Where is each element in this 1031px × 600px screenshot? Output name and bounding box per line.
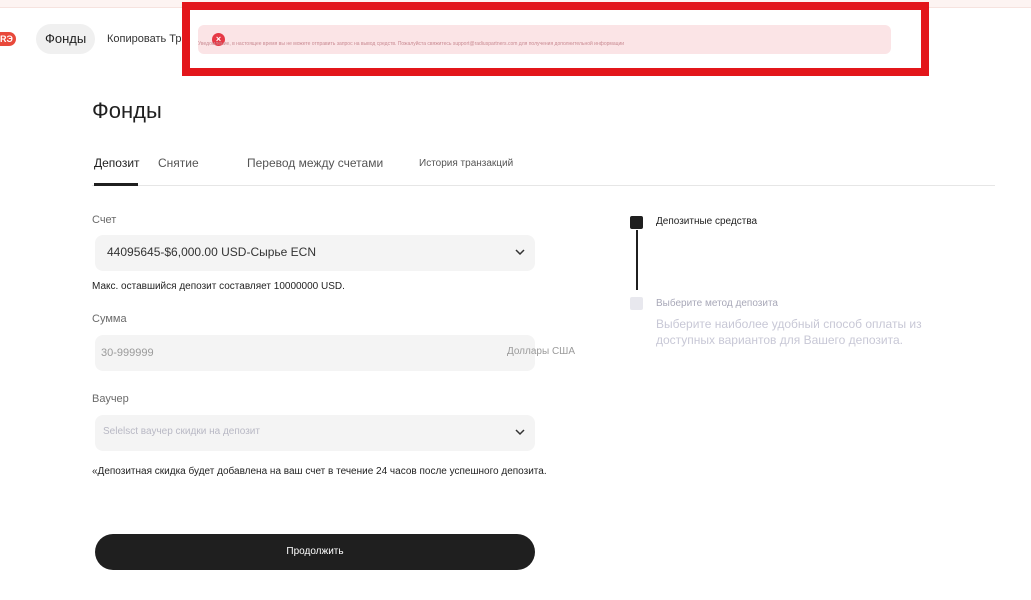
- account-value: 44095645-$6,000.00 USD-Сырье ECN: [107, 245, 316, 259]
- continue-button[interactable]: Продолжить: [95, 534, 535, 570]
- page-title: Фонды: [92, 98, 162, 123]
- tabs-bar: Депозит Снятие Перевод между счетами Ист…: [92, 150, 995, 186]
- tab-withdrawal[interactable]: Снятие: [158, 156, 199, 170]
- account-select[interactable]: 44095645-$6,000.00 USD-Сырье ECN: [95, 235, 535, 271]
- step-connector: [636, 230, 638, 290]
- account-label: Счет: [92, 214, 117, 226]
- card-icon: [630, 297, 643, 310]
- highlight-frame: × Уведомление, в настоящее время вы не м…: [182, 2, 929, 76]
- step-description: Выберите наиболее удобный способ оплаты …: [656, 317, 922, 347]
- nav-item-funds[interactable]: Фонды: [36, 24, 96, 54]
- wallet-icon: [630, 216, 643, 229]
- nav-item-copy-trading[interactable]: Копировать Трей: [107, 24, 191, 54]
- amount-currency: Доллары США: [506, 346, 575, 357]
- max-deposit-note: Макс. оставшийся депозит составляет 1000…: [92, 281, 345, 292]
- error-alert: × Уведомление, в настоящее время вы не м…: [198, 25, 891, 54]
- amount-input[interactable]: [101, 344, 401, 362]
- tab-history[interactable]: История транзакций: [419, 158, 513, 169]
- step-title-deposit-funds: Депозитные средства: [656, 216, 758, 227]
- chevron-down-icon: [515, 429, 525, 436]
- chevron-down-icon: [515, 249, 525, 256]
- alert-message: Уведомление, в настоящее время вы не мож…: [198, 41, 625, 47]
- brand-badge: RЭ: [0, 32, 16, 46]
- voucher-label: Ваучер: [92, 393, 129, 405]
- voucher-select[interactable]: Selelsct ваучер скидки на депозит: [95, 415, 535, 451]
- amount-label: Сумма: [92, 313, 127, 325]
- voucher-note: «Депозитная скидка будет добавлена на ва…: [92, 466, 547, 477]
- tab-deposit[interactable]: Депозит: [94, 156, 140, 170]
- amount-field-wrapper: Доллары США: [95, 335, 575, 371]
- active-tab-indicator: [94, 183, 138, 186]
- tab-transfer[interactable]: Перевод между счетами: [247, 156, 383, 170]
- step-title-select-method: Выберите метод депозита: [656, 298, 778, 309]
- voucher-placeholder: Selelsct ваучер скидки на депозит: [103, 426, 260, 437]
